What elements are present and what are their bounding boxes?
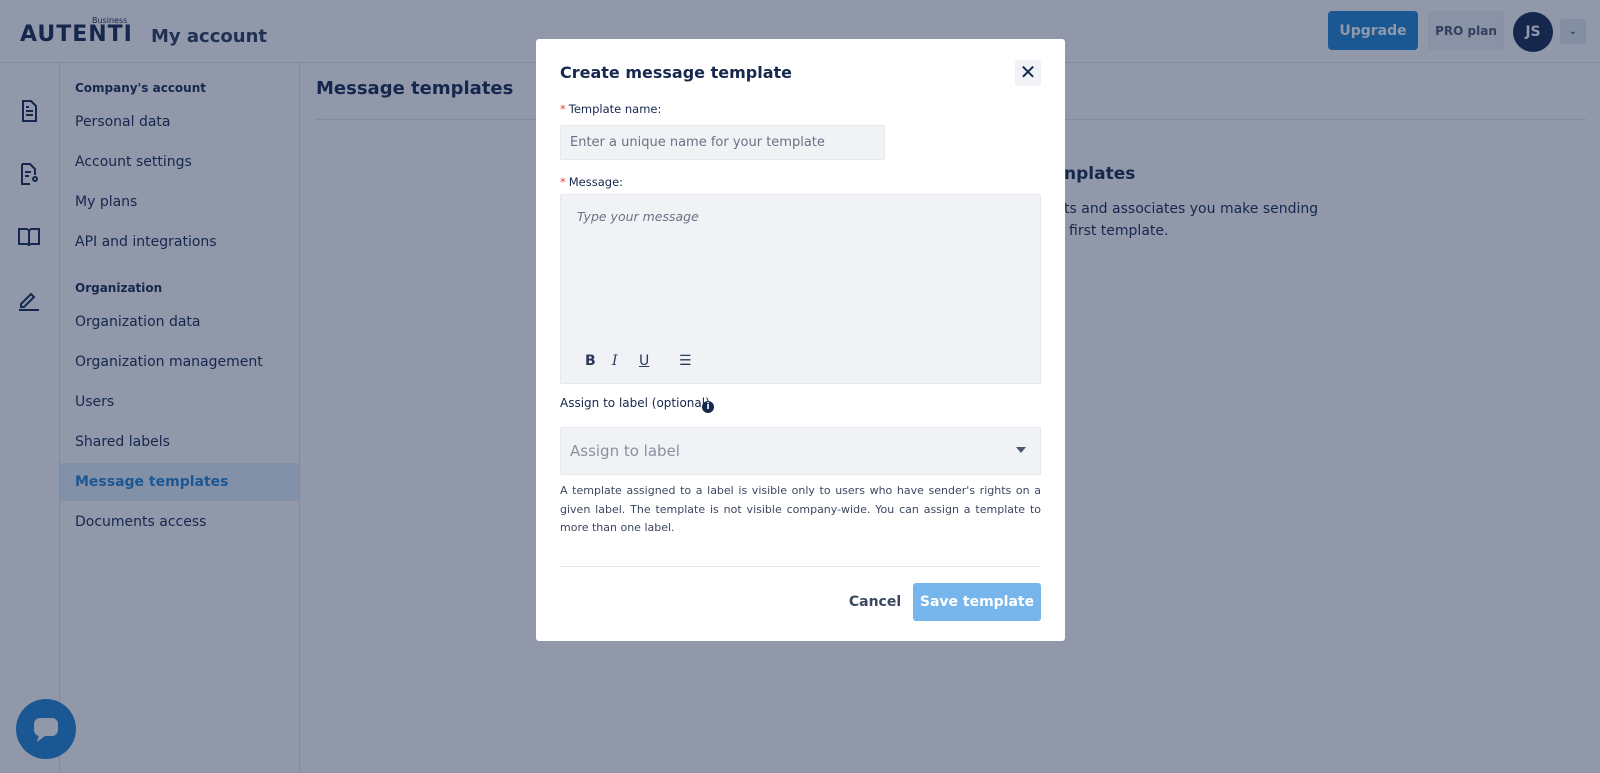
close-icon[interactable]: ✕ — [1015, 60, 1041, 86]
message-placeholder: Type your message — [577, 209, 699, 224]
assign-label-label: Assign to label (optional) — [560, 396, 710, 410]
info-icon[interactable]: i — [702, 401, 714, 413]
message-label: * Message: — [560, 175, 624, 189]
italic-icon[interactable]: I — [612, 353, 618, 369]
divider — [560, 566, 1041, 567]
underline-icon[interactable]: U — [639, 353, 649, 369]
cancel-button[interactable]: Cancel — [836, 583, 914, 621]
select-placeholder: Assign to label — [570, 442, 680, 460]
template-name-label: * Template name: — [560, 102, 662, 116]
create-template-modal: Create message template ✕ * Template name… — [536, 39, 1065, 641]
label-hint: A template assigned to a label is visibl… — [560, 484, 1041, 534]
dropdown-arrow-icon — [1016, 447, 1026, 453]
template-name-input[interactable]: Enter a unique name for your template — [560, 125, 885, 160]
modal-title: Create message template — [560, 63, 792, 82]
message-textarea[interactable]: Type your message B I U ☰ — [560, 194, 1041, 384]
assign-label-select[interactable]: Assign to label — [560, 427, 1041, 475]
bullet-list-icon[interactable]: ☰ — [679, 353, 692, 369]
save-template-button[interactable]: Save template — [913, 583, 1041, 621]
bold-icon[interactable]: B — [585, 353, 596, 369]
